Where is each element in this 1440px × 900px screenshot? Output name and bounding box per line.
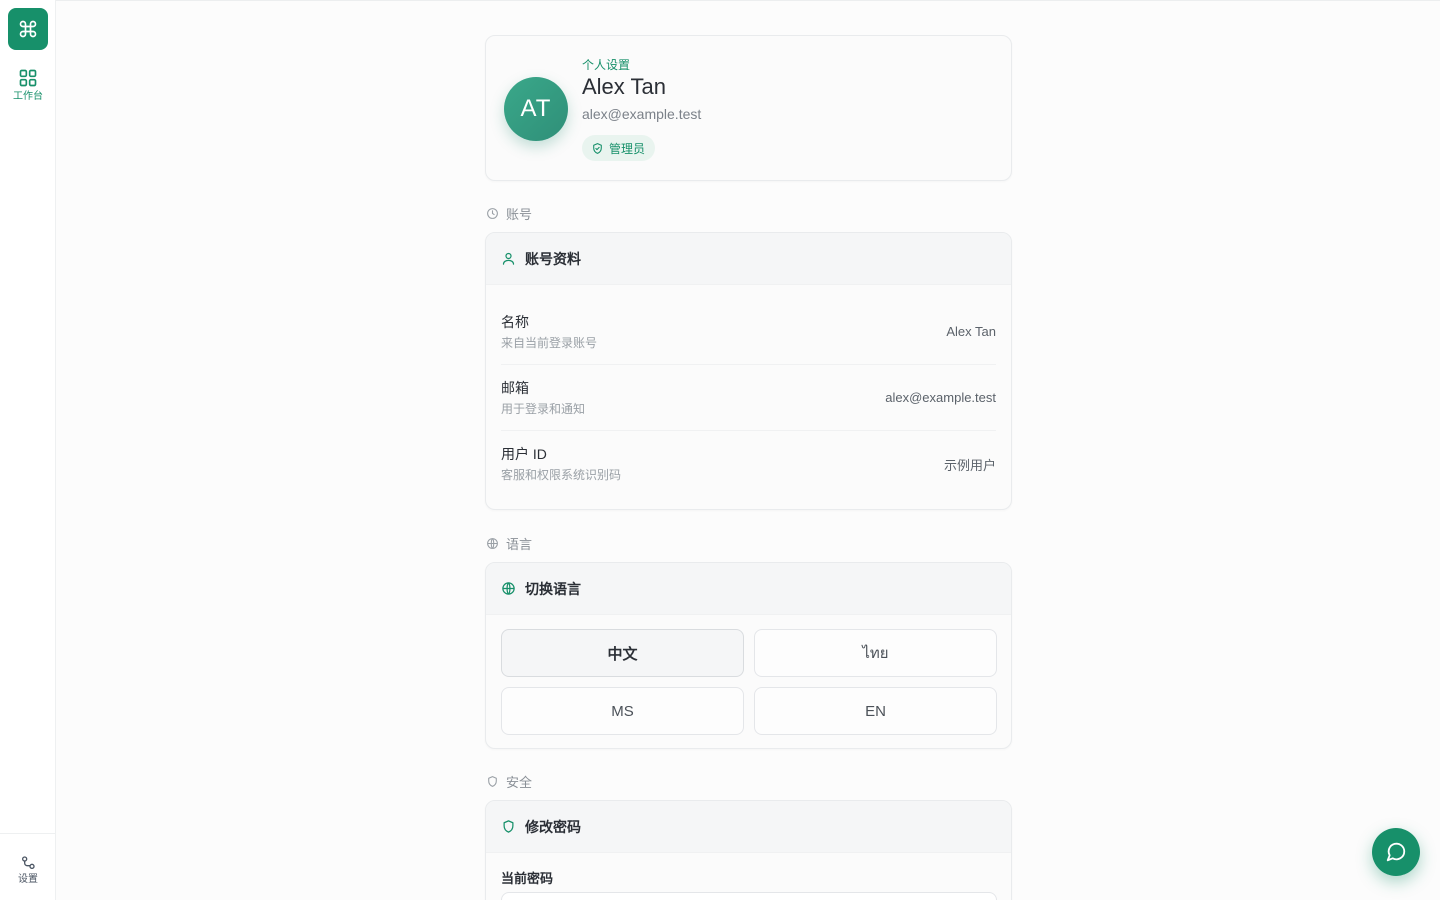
language-option-en[interactable]: EN [754, 687, 997, 735]
grid-icon [19, 69, 37, 87]
row-subtitle: 来自当前登录账号 [501, 335, 598, 350]
shield-icon [503, 820, 514, 833]
top-border [0, 0, 1440, 1]
account-row-email: 邮箱 用于登录和通知 alex@example.test [501, 365, 996, 431]
row-subtitle: 用于登录和通知 [501, 401, 586, 416]
card-title: 切换语言 [525, 580, 581, 597]
command-icon [19, 20, 37, 38]
sidebar-item-label: 工作台 [13, 91, 43, 102]
avatar: AT [504, 77, 568, 141]
clock-icon [487, 208, 498, 219]
section-label-text: 语言 [506, 537, 533, 552]
globe-icon [502, 582, 515, 595]
card-header: 修改密码 [486, 801, 1011, 853]
account-row-name: 名称 来自当前登录账号 Alex Tan [501, 299, 996, 365]
card-title: 修改密码 [525, 818, 581, 835]
user-icon [502, 252, 515, 265]
row-title: 名称 [501, 313, 529, 330]
language-options: 中文 ไทย MS EN [501, 629, 997, 735]
row-value: 示例用户 [943, 457, 996, 473]
account-card: 账号资料 名称 来自当前登录账号 Alex Tan 邮箱 用于登录和通知 ale… [485, 232, 1012, 510]
language-card: 切换语言 中文 ไทย MS EN [485, 562, 1012, 749]
profile-name: Alex Tan [582, 74, 666, 99]
sidebar-item-label: 设置 [18, 874, 38, 885]
current-password-input[interactable] [501, 892, 997, 900]
sidebar-item-settings[interactable]: 设置 [0, 855, 56, 886]
card-header: 切换语言 [486, 563, 1011, 615]
profile-email: alex@example.test [582, 106, 702, 122]
row-subtitle: 客服和权限系统识别码 [501, 468, 622, 482]
row-title: 用户 ID [501, 446, 547, 462]
security-card: 修改密码 当前密码 [485, 800, 1012, 900]
language-option-zh[interactable]: 中文 [501, 629, 744, 677]
sidebar-divider [0, 833, 56, 834]
section-label-text: 安全 [506, 775, 533, 790]
sidebar: 工作台 设置 [0, 0, 56, 900]
profile-card: AT 个人设置 Alex Tan alex@example.test 管理员 [485, 35, 1012, 181]
section-label-account: 账号 [486, 204, 532, 223]
shield-check-icon [593, 142, 602, 154]
language-option-th[interactable]: ไทย [754, 629, 997, 677]
section-label-text: 账号 [506, 207, 533, 222]
card-title: 账号资料 [525, 250, 581, 267]
globe-icon [487, 538, 498, 549]
row-value: alex@example.test [885, 390, 996, 405]
message-circle-icon [1386, 842, 1406, 862]
page-eyebrow: 个人设置 [582, 58, 631, 72]
section-label-language: 语言 [486, 534, 532, 553]
role-badge: 管理员 [582, 135, 656, 161]
row-value: Alex Tan [946, 324, 996, 339]
shield-icon [488, 776, 497, 787]
row-title: 邮箱 [501, 379, 529, 396]
settings-route-icon [21, 856, 35, 869]
app-logo[interactable] [8, 8, 48, 50]
card-header: 账号资料 [486, 233, 1011, 285]
role-badge-label: 管理员 [609, 141, 646, 156]
chat-button[interactable] [1372, 828, 1420, 876]
language-option-ms[interactable]: MS [501, 687, 744, 735]
section-label-security: 安全 [486, 772, 532, 791]
account-row-user-id: 用户 ID 客服和权限系统识别码 示例用户 [501, 431, 996, 497]
account-rows: 名称 来自当前登录账号 Alex Tan 邮箱 用于登录和通知 alex@exa… [486, 299, 1011, 497]
current-password-label: 当前密码 [501, 871, 554, 886]
sidebar-item-workbench[interactable]: 工作台 [0, 68, 56, 103]
